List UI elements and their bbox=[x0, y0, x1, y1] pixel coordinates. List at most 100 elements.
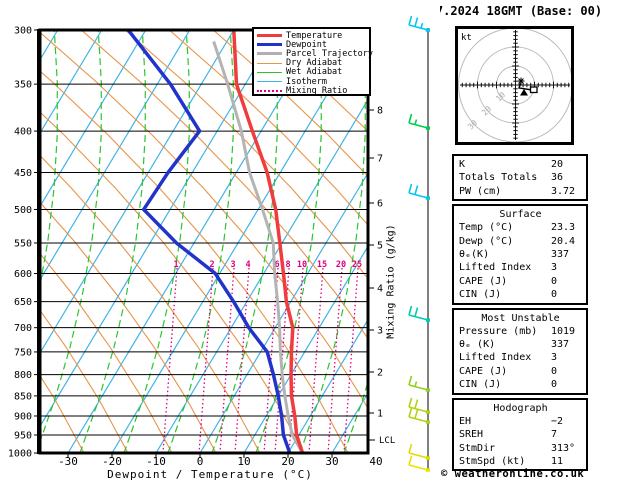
stats-row-label: Pressure (mb) bbox=[459, 325, 538, 337]
svg-text:-10: -10 bbox=[146, 455, 166, 468]
mixing-ratio-label: 4 bbox=[245, 260, 250, 270]
svg-text:900: 900 bbox=[14, 411, 32, 422]
stats-row-value: 313° bbox=[551, 442, 576, 454]
svg-text:2: 2 bbox=[377, 368, 383, 379]
stats-row-label: Totals Totals bbox=[459, 172, 538, 184]
stats-row-value: 0 bbox=[551, 275, 558, 287]
stats-row-label: SREH bbox=[459, 429, 484, 441]
stats-row-value: 11 bbox=[551, 455, 564, 467]
stats-row: CAPE (J) 0 bbox=[459, 275, 582, 288]
stats-row-label: Lifted Index bbox=[459, 262, 532, 274]
stats-row: Lifted Index 3 bbox=[459, 261, 582, 274]
svg-text:1000: 1000 bbox=[8, 449, 32, 460]
lcl-label: LCL bbox=[379, 436, 395, 446]
stats-row-label: K bbox=[459, 159, 466, 170]
stats-row-label: PW (cm) bbox=[459, 185, 502, 197]
stats-row: θₑ(K) 337 bbox=[459, 248, 582, 261]
stats-row-value: 36 bbox=[551, 172, 564, 184]
stats-row-value: 20 bbox=[551, 159, 564, 170]
svg-text:700: 700 bbox=[14, 323, 32, 334]
svg-text:20: 20 bbox=[281, 455, 294, 468]
mixing-ratio-label: 20 bbox=[336, 260, 346, 270]
stats-row-value: 7 bbox=[551, 429, 558, 441]
stats-row-label: CAPE (J) bbox=[459, 365, 508, 377]
mixing-ratio-label: 25 bbox=[352, 260, 362, 270]
svg-text:-30: -30 bbox=[58, 455, 78, 468]
stats-row: CAPE (J) 0 bbox=[459, 365, 582, 378]
right-axis-title: Mixing Ratio (g/kg) bbox=[385, 224, 397, 339]
mixing-ratio-label: 8 bbox=[285, 260, 290, 270]
legend-line-swatch bbox=[257, 52, 282, 56]
copyright: © weatheronline.co.uk bbox=[441, 468, 585, 480]
stats-row-label: CAPE (J) bbox=[459, 275, 508, 287]
stats-row: SREH 7 bbox=[459, 428, 582, 441]
svg-text:300: 300 bbox=[14, 26, 32, 37]
stats-row: StmSpd (kt) 11 bbox=[459, 455, 582, 468]
stats-row: CIN (J) 0 bbox=[459, 288, 582, 301]
stats-row-value: −2 bbox=[551, 415, 564, 427]
surface-wind-marker bbox=[517, 77, 525, 85]
stats-row: θₑ (K) 337 bbox=[459, 338, 582, 351]
stats-row-label: StmDir bbox=[459, 442, 496, 454]
mixing-ratio-label: 1 bbox=[173, 260, 178, 270]
svg-text:8: 8 bbox=[377, 106, 383, 117]
stats-group-title: Hodograph bbox=[493, 402, 548, 414]
svg-text:-20: -20 bbox=[102, 455, 122, 468]
svg-text:950: 950 bbox=[14, 430, 32, 441]
svg-text:500: 500 bbox=[14, 205, 32, 216]
svg-text:350: 350 bbox=[14, 80, 32, 91]
stats-row-value: 3 bbox=[551, 262, 558, 274]
svg-text:0: 0 bbox=[197, 455, 204, 468]
stats-row-label: Temp (°C) bbox=[459, 222, 514, 234]
legend-item: Mixing Ratio bbox=[257, 85, 369, 96]
stats-row: PW (cm) 3.72 bbox=[459, 185, 582, 198]
stats-row-value: 0 bbox=[551, 365, 558, 377]
legend: Temperature Dewpoint Parcel Trajectory Dry … bbox=[252, 27, 373, 96]
svg-text:1: 1 bbox=[377, 409, 383, 420]
legend-line-swatch bbox=[257, 71, 282, 73]
legend-line-swatch bbox=[257, 89, 282, 92]
svg-text:10: 10 bbox=[237, 455, 250, 468]
legend-line-swatch bbox=[257, 81, 282, 83]
stats-row-label: StmSpd (kt) bbox=[459, 455, 526, 467]
stats-row-value: 1019 bbox=[551, 325, 576, 337]
mixing-ratio-label: 3 bbox=[230, 260, 235, 270]
stats-row-value: 20.4 bbox=[551, 235, 576, 247]
stats-row: CIN (J) 0 bbox=[459, 378, 582, 391]
stats-row: StmDir 313° bbox=[459, 442, 582, 455]
stats-group: K 20 Totals Totals 36 PW (cm) 3.72 bbox=[452, 154, 588, 202]
stats-row: Lifted Index 3 bbox=[459, 351, 582, 364]
stats-row-value: 23.3 bbox=[551, 222, 576, 234]
stats-row-label: θₑ (K) bbox=[459, 339, 496, 351]
legend-line-swatch bbox=[257, 34, 282, 38]
stats-group-title: Most Unstable bbox=[481, 312, 560, 324]
svg-text:600: 600 bbox=[14, 269, 32, 280]
svg-text:4: 4 bbox=[377, 284, 383, 295]
svg-text:750: 750 bbox=[14, 347, 32, 358]
hodograph-unit: kt bbox=[461, 33, 472, 43]
stats-group: Hodograph EH −2 SREH 7 StmDir 313° StmSpd (kt) 1… bbox=[452, 397, 588, 472]
skewt-chart: 1 2 3 4 6 8 10 15 20 2530035040045050055060065070… bbox=[0, 0, 440, 486]
legend-line-swatch bbox=[257, 62, 282, 64]
svg-text:6: 6 bbox=[377, 199, 383, 210]
stats-row-value: 0 bbox=[551, 379, 558, 391]
svg-text:40: 40 bbox=[369, 455, 382, 468]
stats-group: Most Unstable Pressure (mb) 1019 θₑ (K) 337 L… bbox=[452, 307, 588, 395]
stats-row-value: 337 bbox=[551, 339, 570, 351]
stats-row: EH −2 bbox=[459, 415, 582, 428]
stats-group-title: Surface bbox=[499, 209, 542, 221]
svg-text:450: 450 bbox=[14, 168, 32, 179]
legend-line-swatch bbox=[257, 43, 282, 47]
stats-row-label: EH bbox=[459, 415, 472, 427]
svg-text:30: 30 bbox=[325, 455, 338, 468]
stats-row: Temp (°C) 23.3 bbox=[459, 221, 582, 234]
stats-row-value: 3 bbox=[551, 352, 558, 364]
legend-item-label: Mixing Ratio bbox=[286, 85, 348, 96]
sounding-screenshot: hPa 32°38'N 343°54'W 1m ASL km ASL 15.07… bbox=[0, 0, 629, 486]
x-axis-title: Dewpoint / Temperature (°C) bbox=[107, 468, 313, 481]
svg-text:550: 550 bbox=[14, 238, 32, 249]
mixing-ratio-label: 15 bbox=[317, 260, 327, 270]
stats-row-label: θₑ(K) bbox=[459, 249, 490, 261]
stats-row: Pressure (mb) 1019 bbox=[459, 325, 582, 338]
stats-row-label: CIN (J) bbox=[459, 379, 502, 391]
